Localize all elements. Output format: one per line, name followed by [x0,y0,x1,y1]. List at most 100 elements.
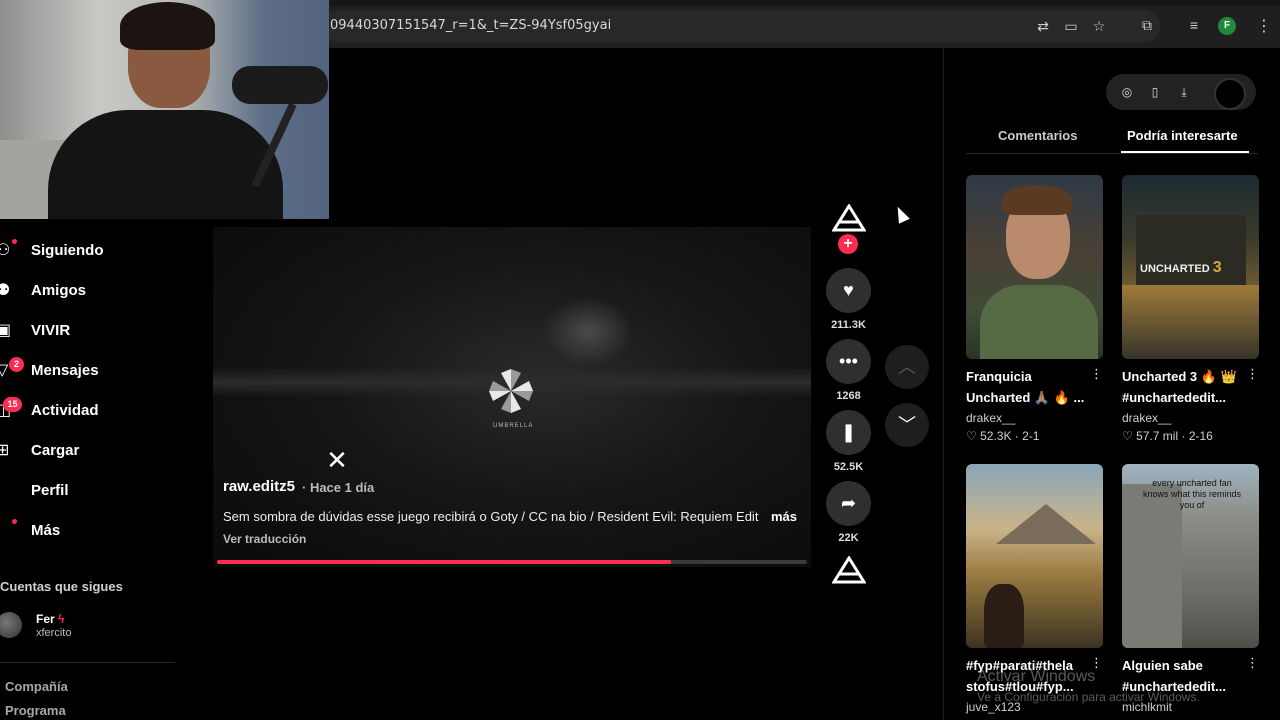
sidebar-item-live[interactable]: ▣ VIVIR [0,317,200,347]
lightning-icon: ϟ [58,612,65,626]
menu-icon[interactable]: ⋮ [1256,16,1272,36]
sidebar-item-more[interactable]: Más [0,517,200,547]
creator-avatar-icon[interactable] [832,204,866,232]
friends-icon: ⚉ [0,282,11,299]
upload-icon: ⊞ [0,442,10,459]
thumbnail-user[interactable]: drakex__ [1122,411,1171,425]
mouse-cursor-icon [892,204,910,224]
avatar-circle[interactable] [1214,78,1246,110]
thumbnail-date: 2-16 [1188,429,1213,443]
thumbnail-mountain [996,504,1096,544]
sidebar-item-label: Más [31,522,61,539]
save-button[interactable]: ❚ [826,410,871,455]
footer-link-program[interactable]: Programa [5,703,66,718]
more-options-icon[interactable]: ⋮ [1246,366,1259,382]
media-icon[interactable]: ≡ [1185,16,1203,34]
tab-divider [966,153,1258,154]
sidebar-item-friends[interactable]: ⚉ Amigos [0,277,200,307]
thumbnail-title[interactable]: Uncharted 3 🔥 👑 #unchartededit... [1122,366,1242,408]
umbrella-logo-icon [489,369,533,413]
sidebar-item-following[interactable]: ⚇ Siguiendo [0,237,200,267]
video-thumbnail[interactable] [966,464,1103,648]
cast-icon[interactable]: ▭ [1062,17,1080,35]
windows-activation-watermark: Activar Windows [977,668,1096,685]
url-text[interactable]: 09440307151547_r=1&_t=ZS-94Ysf05gyai [330,18,611,33]
thumbnail-title[interactable]: Franquicia Uncharted 🙏🏽 🔥 ... [966,366,1086,408]
sidebar-item-label: Cargar [31,442,80,459]
video-thumbnail[interactable]: every uncharted fan knows what this remi… [1122,464,1259,648]
thumbnail-likes: 52.3K [980,429,1012,443]
thumbnail-shirt [980,285,1098,359]
divider [0,662,175,663]
thumbnail-date: 2-1 [1022,429,1040,443]
video-thumbnail[interactable]: UNCHARTED 3 [1122,175,1259,359]
sound-disc-icon[interactable] [832,556,866,584]
sidebar-item-messages[interactable]: ▽ Mensajes 2 [0,357,200,387]
thumbnail-likes: 57.7 mil [1136,429,1179,443]
webcam-person-hair [120,2,215,50]
share-icon: ➦ [840,493,857,513]
chevron-up-icon: ︿ [898,357,916,377]
notification-dot [12,519,17,524]
previous-video-button[interactable]: ︿ [885,345,929,389]
follow-button[interactable]: + [838,234,858,254]
more-link[interactable]: más [771,509,797,524]
compass-icon[interactable]: ◎ [1120,85,1134,99]
comment-count: 1268 [836,390,861,402]
video-posted-time: · Hace 1 día [302,480,375,495]
share-button[interactable]: ➦ [826,481,871,526]
star-icon[interactable]: ☆ [1090,17,1108,35]
thumbnail-hair [1002,185,1072,215]
thumbnail-stats: ♡ 57.7 mil · 2-16 [1122,429,1213,443]
chevron-down-icon: ﹀ [898,415,916,435]
thumbnail-user[interactable]: drakex__ [966,411,1015,425]
live-icon: ▣ [0,322,12,339]
close-icon[interactable]: ✕ [324,447,350,473]
footer-link-company[interactable]: Compañía [5,679,68,694]
windows-activation-subtext: Ve a Configuración para activar Windows. [977,690,1200,704]
translate-link[interactable]: Ver traducción [223,532,306,546]
heart-outline-icon: ♡ [1122,429,1133,443]
save-count: 52.5K [833,461,864,473]
translate-icon[interactable]: ⇄ [1034,17,1052,35]
messages-badge: 2 [9,357,24,372]
video-thumbnail[interactable] [966,175,1103,359]
game-logo-text: UNCHARTED [1140,263,1210,275]
comment-button[interactable]: ••• [826,339,871,384]
like-button[interactable]: ♥ [826,268,871,313]
microphone [232,66,328,104]
logo-text: UMBRELLA [493,423,534,429]
tab-comments[interactable]: Comentarios [998,128,1077,143]
more-options-icon[interactable]: ⋮ [1246,655,1259,671]
left-sidebar: ⚇ Siguiendo ⚉ Amigos ▣ VIVIR ▽ Mensajes … [0,219,210,720]
active-tab-indicator [1121,151,1249,153]
account-name[interactable]: Fer ϟ [36,612,64,626]
sidebar-item-label: Actividad [31,402,99,419]
tab-recommended[interactable]: Podría interesarte [1127,128,1238,143]
thumbnail-street [1122,285,1259,359]
profile-avatar[interactable]: F [1218,17,1236,35]
webcam-overlay [0,0,329,219]
sidebar-item-label: Amigos [31,282,87,299]
sidebar-item-activity[interactable]: ◫ Actividad 15 [0,397,200,427]
video-progress-bar[interactable] [217,560,807,564]
mobile-icon[interactable]: ▯ [1148,85,1162,99]
extensions-icon[interactable]: ⧉ [1138,16,1156,34]
next-video-button[interactable]: ﹀ [885,403,929,447]
sidebar-item-upload[interactable]: ⊞ Cargar [0,437,200,467]
address-bar[interactable]: 09440307151547_r=1&_t=ZS-94Ysf05gyai ⇄ ▭… [322,10,1160,42]
heart-outline-icon: ♡ [966,429,977,443]
sidebar-item-profile[interactable]: Perfil [0,477,200,507]
video-author[interactable]: raw.editz5 [223,478,295,495]
bookmark-icon: ❚ [840,422,857,442]
more-options-icon[interactable]: ⋮ [1090,366,1103,382]
like-count: 211.3K [831,319,866,331]
account-handle[interactable]: xfercito [36,627,71,639]
video-caption: Sem sombra de dúvidas esse juego recibir… [223,509,759,524]
more-icon [0,522,14,540]
webcam-person-body [48,110,283,219]
tab-strip [330,0,1280,6]
download-icon[interactable]: ⤓ [1177,85,1191,99]
avatar[interactable] [0,612,22,638]
heart-icon: ♥ [843,280,854,300]
